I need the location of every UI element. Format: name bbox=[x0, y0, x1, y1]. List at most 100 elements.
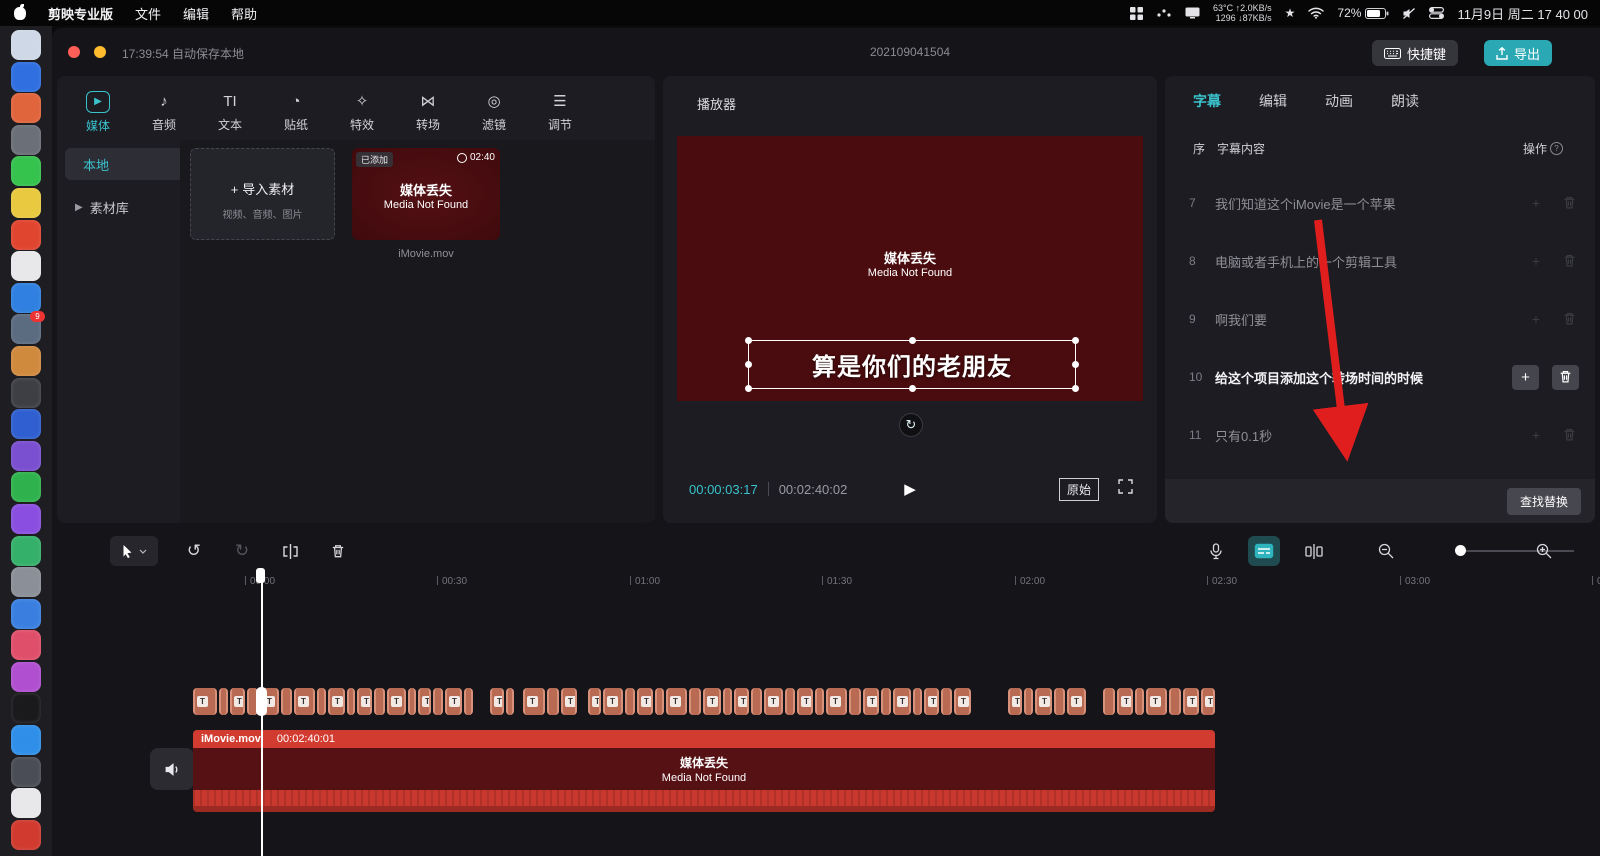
media-tab-text[interactable]: TI文本 bbox=[197, 84, 263, 140]
dock-app-12[interactable] bbox=[11, 378, 41, 408]
action-info-icon[interactable]: ? bbox=[1550, 142, 1563, 155]
app-menu-title[interactable]: 剪映专业版 bbox=[48, 4, 113, 23]
subtitle-clip[interactable]: T bbox=[490, 688, 504, 715]
subtitle-clip[interactable] bbox=[464, 688, 473, 715]
subtitle-clip[interactable] bbox=[1103, 688, 1115, 715]
delete-subtitle-button[interactable] bbox=[1552, 365, 1579, 390]
split-clip-button[interactable] bbox=[274, 536, 306, 566]
subtitle-clip[interactable] bbox=[1169, 688, 1181, 715]
subtitle-clip[interactable] bbox=[433, 688, 443, 715]
dock-app-26[interactable] bbox=[11, 820, 41, 850]
add-subtitle-button[interactable]: + bbox=[1526, 195, 1546, 211]
dots-status-icon[interactable] bbox=[1156, 8, 1172, 18]
subtitle-tab-2[interactable]: 编辑 bbox=[1259, 91, 1287, 111]
delete-subtitle-button[interactable] bbox=[1559, 312, 1579, 326]
menu-edit[interactable]: 编辑 bbox=[183, 4, 209, 23]
sidebar-item-local[interactable]: 本地 bbox=[65, 148, 187, 180]
subtitle-clip[interactable]: T bbox=[954, 688, 971, 715]
record-voiceover-button[interactable] bbox=[1200, 536, 1232, 566]
subtitle-row-11[interactable]: 11只有0.1秒+ bbox=[1165, 406, 1595, 464]
subtitle-clip[interactable]: T bbox=[1035, 688, 1052, 715]
row-text[interactable]: 我们知道这个iMovie是一个苹果 bbox=[1215, 194, 1526, 213]
add-subtitle-button[interactable]: + bbox=[1526, 253, 1546, 269]
subtitle-clip[interactable] bbox=[625, 688, 635, 715]
dock-app-05[interactable] bbox=[11, 156, 41, 186]
dock-app-15[interactable] bbox=[11, 472, 41, 502]
delete-subtitle-button[interactable] bbox=[1559, 428, 1579, 442]
dock-app-25[interactable] bbox=[11, 788, 41, 818]
subtitle-clip[interactable]: T bbox=[588, 688, 601, 715]
subtitle-tab-3[interactable]: 动画 bbox=[1325, 91, 1353, 111]
resize-handle-ne[interactable] bbox=[1072, 337, 1079, 344]
subtitle-clip[interactable] bbox=[913, 688, 922, 715]
find-replace-button[interactable]: 查找替换 bbox=[1507, 488, 1581, 515]
subtitle-clip[interactable]: T bbox=[1117, 688, 1133, 715]
minimize-window-button[interactable] bbox=[94, 46, 106, 58]
text-overlay-selection[interactable]: 算是你们的老朋友 bbox=[748, 340, 1076, 389]
subtitle-clip[interactable]: T bbox=[1008, 688, 1022, 715]
fullscreen-icon[interactable] bbox=[1118, 479, 1133, 494]
subtitle-clip[interactable]: T bbox=[924, 688, 939, 715]
subtitle-clip[interactable]: T bbox=[666, 688, 687, 715]
resize-handle-w[interactable] bbox=[745, 361, 752, 368]
subtitle-clip[interactable] bbox=[815, 688, 824, 715]
sidebar-item-library[interactable]: ▶ 素材库 bbox=[75, 198, 129, 217]
delete-subtitle-button[interactable] bbox=[1559, 196, 1579, 210]
grid-status-icon[interactable] bbox=[1130, 7, 1143, 20]
subtitle-clip[interactable]: T bbox=[863, 688, 879, 715]
dock-app-22[interactable] bbox=[11, 693, 41, 723]
subtitle-tab-1[interactable]: 字幕 bbox=[1193, 91, 1221, 111]
subtitle-clip[interactable] bbox=[1054, 688, 1065, 715]
subtitle-row-9[interactable]: 9啊我们要+ bbox=[1165, 290, 1595, 348]
dock-app-20[interactable] bbox=[11, 630, 41, 660]
mute-icon[interactable] bbox=[1402, 7, 1416, 20]
dock-app-17[interactable] bbox=[11, 536, 41, 566]
zoom-slider-handle[interactable] bbox=[1455, 545, 1466, 556]
media-tab-sticker[interactable]: ◔贴纸 bbox=[263, 84, 329, 140]
media-tab-transition[interactable]: ⋈转场 bbox=[395, 84, 461, 140]
subtitle-clip[interactable] bbox=[941, 688, 952, 715]
subtitle-clip[interactable]: T bbox=[445, 688, 462, 715]
subtitle-clip[interactable]: T bbox=[603, 688, 623, 715]
subtitle-clip[interactable]: T bbox=[230, 688, 245, 715]
subtitle-clip[interactable] bbox=[374, 688, 385, 715]
auto-caption-button[interactable] bbox=[1248, 536, 1280, 566]
subtitle-clip[interactable]: T bbox=[764, 688, 783, 715]
subtitle-clip[interactable] bbox=[751, 688, 762, 715]
original-ratio-button[interactable]: 原始 bbox=[1059, 478, 1099, 501]
battery-indicator[interactable]: 72% bbox=[1337, 6, 1389, 20]
menu-file[interactable]: 文件 bbox=[135, 4, 161, 23]
dock-app-03[interactable] bbox=[11, 93, 41, 123]
subtitle-clip[interactable] bbox=[849, 688, 861, 715]
timeline[interactable]: 00:0000:3001:0001:3002:0002:3003:0003:3 … bbox=[52, 574, 1600, 856]
menu-clock[interactable]: 11月9日 周二 17 40 00 bbox=[1457, 4, 1588, 23]
video-track-clip[interactable]: iMovie.mov 00:02:40:01 媒体丢失 Media Not Fo… bbox=[193, 730, 1215, 812]
subtitle-clip[interactable]: T bbox=[387, 688, 406, 715]
media-tab-filter[interactable]: ◎滤镜 bbox=[461, 84, 527, 140]
subtitle-clip[interactable]: T bbox=[1183, 688, 1199, 715]
video-preview[interactable]: 媒体丢失 Media Not Found 算是你们的老朋友 bbox=[677, 136, 1143, 401]
resize-handle-sw[interactable] bbox=[745, 385, 752, 392]
row-text[interactable]: 电脑或者手机上的一个剪辑工具 bbox=[1215, 252, 1526, 271]
import-media-button[interactable]: +导入素材 视频、音频、图片 bbox=[190, 148, 335, 240]
subtitle-row-7[interactable]: 7我们知道这个iMovie是一个苹果+ bbox=[1165, 174, 1595, 232]
redo-button[interactable]: ↻ bbox=[226, 536, 258, 566]
play-button[interactable]: ▶ bbox=[904, 480, 916, 498]
subtitle-clip[interactable]: T bbox=[328, 688, 345, 715]
subtitle-clip[interactable]: T bbox=[637, 688, 653, 715]
subtitle-clip[interactable]: T bbox=[561, 688, 577, 715]
menu-help[interactable]: 帮助 bbox=[231, 4, 257, 23]
delete-subtitle-button[interactable] bbox=[1559, 254, 1579, 268]
subtitle-clip[interactable]: T bbox=[1146, 688, 1167, 715]
subtitle-clip[interactable]: T bbox=[893, 688, 911, 715]
subtitle-clip[interactable]: T bbox=[294, 688, 315, 715]
subtitle-clip[interactable] bbox=[281, 688, 292, 715]
subtitle-clip[interactable] bbox=[547, 688, 559, 715]
dock-app-06[interactable] bbox=[11, 188, 41, 218]
dock-app-10[interactable]: 9 bbox=[11, 314, 41, 344]
subtitle-clip[interactable]: T bbox=[703, 688, 721, 715]
subtitle-clip[interactable]: T bbox=[1201, 688, 1215, 715]
dock-app-21[interactable] bbox=[11, 662, 41, 692]
subtitle-clip[interactable]: T bbox=[193, 688, 217, 715]
resize-handle-nw[interactable] bbox=[745, 337, 752, 344]
